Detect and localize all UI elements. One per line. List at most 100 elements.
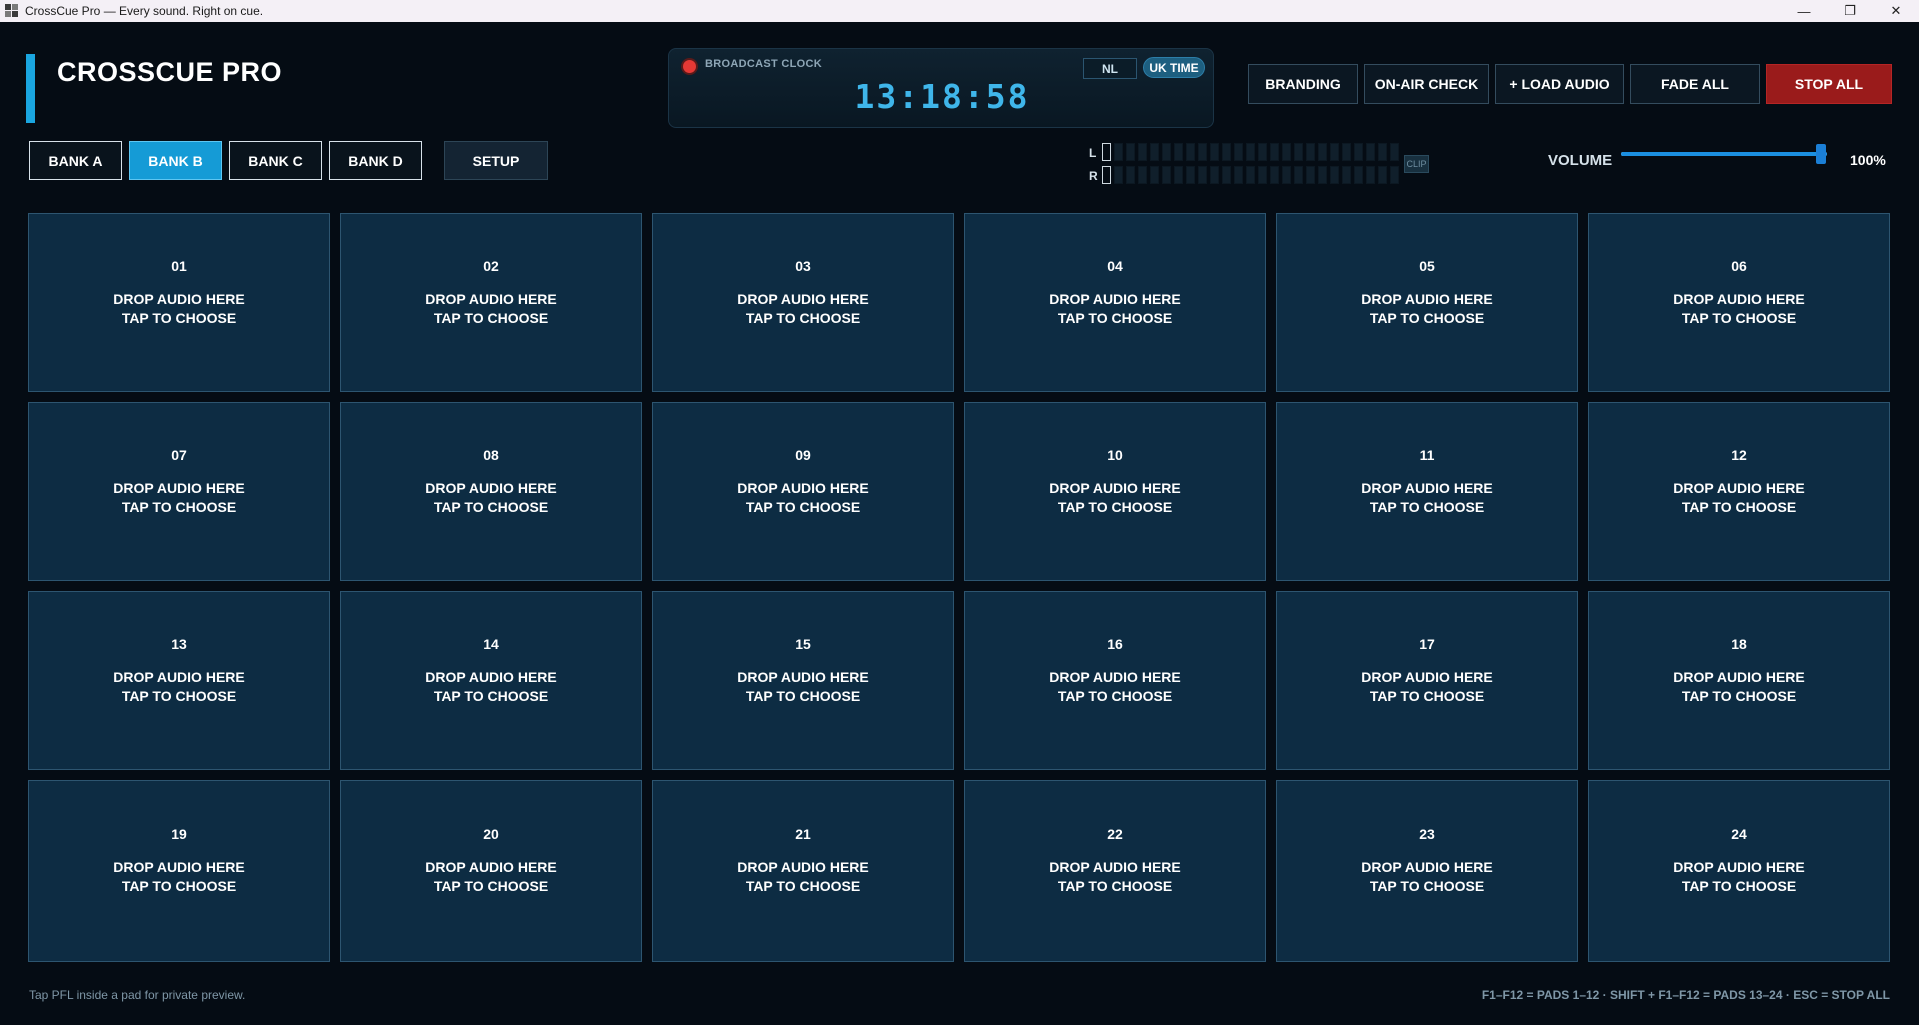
audio-pad-05[interactable]: 05 DROP AUDIO HERE TAP TO CHOOSE — [1276, 213, 1578, 392]
meter-segment — [1222, 166, 1231, 184]
tz-uk-button[interactable]: UK TIME — [1143, 57, 1205, 78]
audio-pad-17[interactable]: 17 DROP AUDIO HERE TAP TO CHOOSE — [1276, 591, 1578, 770]
audio-pad-09[interactable]: 09 DROP AUDIO HERE TAP TO CHOOSE — [652, 402, 954, 581]
brand-accent-bar — [26, 54, 35, 123]
audio-pad-08[interactable]: 08 DROP AUDIO HERE TAP TO CHOOSE — [340, 402, 642, 581]
pad-number: 06 — [1731, 257, 1747, 274]
pad-number: 22 — [1107, 826, 1123, 842]
meter-segment — [1270, 166, 1279, 184]
meter-segment — [1174, 166, 1183, 184]
pad-choose-label: TAP TO CHOOSE — [433, 878, 549, 894]
meter-segment — [1378, 143, 1387, 161]
audio-pad-22[interactable]: 22 DROP AUDIO HERE TAP TO CHOOSE — [964, 780, 1266, 962]
pad-drop-label: DROP AUDIO HERE — [425, 859, 557, 875]
audio-pad-10[interactable]: 10 DROP AUDIO HERE TAP TO CHOOSE — [964, 402, 1266, 581]
restore-icon[interactable]: ❐ — [1827, 0, 1873, 22]
stop-all-button[interactable]: STOP ALL — [1766, 64, 1892, 104]
audio-pad-11[interactable]: 11 DROP AUDIO HERE TAP TO CHOOSE — [1276, 402, 1578, 581]
pad-drop-label: DROP AUDIO HERE — [425, 290, 557, 307]
volume-fill — [1621, 152, 1827, 156]
pad-drop-label: DROP AUDIO HERE — [1361, 668, 1493, 685]
meter-segment — [1354, 166, 1363, 184]
clock-label: BROADCAST CLOCK — [705, 58, 822, 70]
meter-segment — [1390, 166, 1399, 184]
pad-choose-label: TAP TO CHOOSE — [1681, 309, 1797, 326]
tz-nl-button[interactable]: NL — [1083, 58, 1137, 79]
bank-c-button[interactable]: BANK C — [229, 141, 322, 180]
audio-pad-06[interactable]: 06 DROP AUDIO HERE TAP TO CHOOSE — [1588, 213, 1890, 392]
audio-pad-16[interactable]: 16 DROP AUDIO HERE TAP TO CHOOSE — [964, 591, 1266, 770]
audio-pad-24[interactable]: 24 DROP AUDIO HERE TAP TO CHOOSE — [1588, 780, 1890, 962]
pad-choose-label: TAP TO CHOOSE — [1369, 687, 1485, 704]
pad-choose-label: TAP TO CHOOSE — [1681, 878, 1797, 894]
bank-d-button[interactable]: BANK D — [329, 141, 422, 180]
app-icon — [5, 4, 19, 18]
bank-a-button[interactable]: BANK A — [29, 141, 122, 180]
meter-segment — [1282, 143, 1291, 161]
pad-choose-label: TAP TO CHOOSE — [1057, 687, 1173, 704]
on-air-check-button[interactable]: ON-AIR CHECK — [1364, 64, 1489, 104]
clock-time: 13:18:58 — [854, 77, 1030, 116]
branding-button[interactable]: BRANDING — [1248, 64, 1358, 104]
audio-pad-23[interactable]: 23 DROP AUDIO HERE TAP TO CHOOSE — [1276, 780, 1578, 962]
audio-pad-12[interactable]: 12 DROP AUDIO HERE TAP TO CHOOSE — [1588, 402, 1890, 581]
volume-value: 100% — [1850, 152, 1886, 168]
pad-number: 15 — [795, 635, 811, 652]
pad-drop-label: DROP AUDIO HERE — [425, 668, 557, 685]
pad-choose-label: TAP TO CHOOSE — [1369, 498, 1485, 515]
pad-number: 21 — [795, 826, 811, 842]
meter-segment — [1366, 166, 1375, 184]
pad-number: 19 — [171, 826, 187, 842]
audio-pad-02[interactable]: 02 DROP AUDIO HERE TAP TO CHOOSE — [340, 213, 642, 392]
meter-segment — [1162, 166, 1171, 184]
meter-segment — [1306, 143, 1315, 161]
footer-shortcuts: F1–F12 = PADS 1–12 · SHIFT + F1–F12 = PA… — [1481, 988, 1890, 1002]
pad-choose-label: TAP TO CHOOSE — [1057, 309, 1173, 326]
audio-pad-13[interactable]: 13 DROP AUDIO HERE TAP TO CHOOSE — [28, 591, 330, 770]
pad-drop-label: DROP AUDIO HERE — [1361, 859, 1493, 875]
setup-button[interactable]: SETUP — [444, 141, 548, 180]
pad-choose-label: TAP TO CHOOSE — [121, 687, 237, 704]
broadcast-clock-panel: BROADCAST CLOCK NL UK TIME 13:18:58 — [668, 48, 1214, 128]
window-title: CrossCue Pro — Every sound. Right on cue… — [25, 4, 264, 18]
audio-pad-14[interactable]: 14 DROP AUDIO HERE TAP TO CHOOSE — [340, 591, 642, 770]
meter-segment — [1198, 166, 1207, 184]
close-icon[interactable]: ✕ — [1873, 0, 1919, 22]
meter-segment — [1102, 143, 1111, 161]
pad-number: 02 — [483, 257, 499, 274]
audio-pad-04[interactable]: 04 DROP AUDIO HERE TAP TO CHOOSE — [964, 213, 1266, 392]
meter-segment — [1294, 143, 1303, 161]
meter-left-bar — [1102, 143, 1399, 161]
volume-label: VOLUME — [1548, 152, 1613, 169]
audio-pad-19[interactable]: 19 DROP AUDIO HERE TAP TO CHOOSE — [28, 780, 330, 962]
pad-number: 24 — [1731, 826, 1747, 842]
meter-segment — [1210, 166, 1219, 184]
bank-b-button[interactable]: BANK B — [129, 141, 222, 180]
audio-pad-03[interactable]: 03 DROP AUDIO HERE TAP TO CHOOSE — [652, 213, 954, 392]
pad-choose-label: TAP TO CHOOSE — [1681, 498, 1797, 515]
pad-choose-label: TAP TO CHOOSE — [745, 498, 861, 515]
pad-drop-label: DROP AUDIO HERE — [1049, 859, 1181, 875]
meter-segment — [1102, 166, 1111, 184]
meter-segment — [1294, 166, 1303, 184]
meter-segment — [1282, 166, 1291, 184]
fade-all-button[interactable]: FADE ALL — [1630, 64, 1760, 104]
volume-thumb[interactable] — [1816, 144, 1826, 164]
audio-pad-18[interactable]: 18 DROP AUDIO HERE TAP TO CHOOSE — [1588, 591, 1890, 770]
audio-pad-20[interactable]: 20 DROP AUDIO HERE TAP TO CHOOSE — [340, 780, 642, 962]
pad-drop-label: DROP AUDIO HERE — [1049, 290, 1181, 307]
audio-pad-15[interactable]: 15 DROP AUDIO HERE TAP TO CHOOSE — [652, 591, 954, 770]
meter-segment — [1318, 143, 1327, 161]
audio-pad-07[interactable]: 07 DROP AUDIO HERE TAP TO CHOOSE — [28, 402, 330, 581]
pad-choose-label: TAP TO CHOOSE — [745, 878, 861, 894]
pad-drop-label: DROP AUDIO HERE — [113, 668, 245, 685]
minimize-icon[interactable]: — — [1781, 0, 1827, 22]
meter-segment — [1174, 143, 1183, 161]
audio-pad-01[interactable]: 01 DROP AUDIO HERE TAP TO CHOOSE — [28, 213, 330, 392]
pad-choose-label: TAP TO CHOOSE — [745, 309, 861, 326]
audio-pad-21[interactable]: 21 DROP AUDIO HERE TAP TO CHOOSE — [652, 780, 954, 962]
load-audio-button[interactable]: + LOAD AUDIO — [1495, 64, 1624, 104]
pad-choose-label: TAP TO CHOOSE — [433, 498, 549, 515]
meter-segment — [1246, 143, 1255, 161]
volume-slider[interactable] — [1621, 144, 1827, 164]
